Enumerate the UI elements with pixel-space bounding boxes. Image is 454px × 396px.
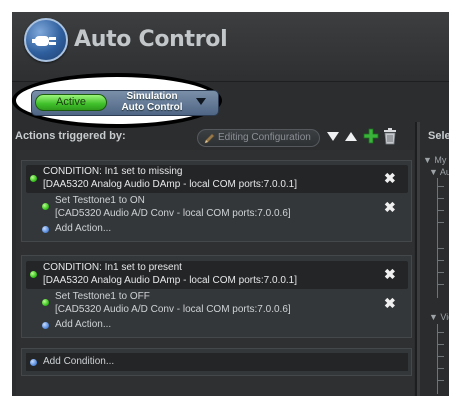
actions-label: Actions triggered by: — [15, 130, 126, 142]
tree-branch — [438, 368, 444, 369]
tree-item-video-label: Vid — [440, 312, 449, 322]
tree-item-audio-label: Au — [439, 167, 449, 177]
tree-branch — [438, 260, 444, 261]
status-dot-icon — [42, 299, 49, 306]
tree-branch — [438, 356, 444, 357]
tree-branch — [438, 284, 444, 285]
status-dot-icon — [42, 203, 49, 210]
tree-branch — [438, 344, 444, 345]
status-dot-icon — [30, 271, 37, 278]
action-text: Set Testtone1 to OFF — [55, 291, 150, 302]
action-device: [CAD5320 Audio A/D Conv - local COM port… — [55, 304, 291, 315]
tree-item-root[interactable]: ▼ My C — [423, 155, 449, 165]
move-down-icon[interactable] — [327, 132, 339, 142]
action-text: Set Testtone1 to ON — [55, 195, 145, 206]
tree-branch — [438, 272, 444, 273]
app-title: Auto Control — [74, 27, 228, 52]
active-badge[interactable]: Active — [35, 94, 107, 111]
close-icon[interactable]: ✖ — [384, 200, 396, 214]
tree-guide — [437, 178, 438, 298]
tree-item-audio[interactable]: ▼ Au — [429, 167, 449, 177]
app-window: Auto Control Active Simulation Auto Cont… — [12, 12, 449, 396]
mode-label-line2: Auto Control — [121, 102, 183, 113]
tree-branch — [438, 222, 444, 223]
move-up-icon[interactable] — [345, 131, 357, 141]
tree-branch — [438, 380, 444, 381]
close-icon[interactable]: ✖ — [384, 267, 396, 281]
condition-device: [DAA5320 Analog Audio DAmp - local COM p… — [43, 275, 298, 286]
bullet-icon — [42, 226, 49, 233]
mode-label-line1: Simulation — [126, 91, 178, 102]
select-panel-title: Select — [428, 130, 449, 142]
condition-text: CONDITION: In1 set to present — [43, 262, 182, 273]
tree-branch — [438, 186, 444, 187]
tree-branch — [438, 332, 444, 333]
chevron-down-icon[interactable] — [196, 98, 206, 105]
close-icon[interactable]: ✖ — [384, 296, 396, 310]
tree-item-root-label: My C — [434, 155, 449, 165]
tree-branch — [438, 198, 444, 199]
add-condition-link[interactable]: Add Condition... — [43, 356, 114, 368]
editing-configuration-button[interactable]: Editing Configuration — [197, 129, 320, 147]
condition-text: CONDITION: In1 set to missing — [43, 166, 183, 177]
select-panel — [420, 150, 449, 396]
mode-label[interactable]: Simulation Auto Control — [112, 91, 192, 113]
bullet-icon — [30, 359, 37, 366]
action-device: [CAD5320 Audio A/D Conv - local COM port… — [55, 208, 291, 219]
pencil-icon — [204, 133, 215, 144]
status-dot-icon — [30, 175, 37, 182]
plug-icon — [24, 18, 68, 62]
editing-configuration-label: Editing Configuration — [218, 132, 311, 143]
bullet-icon — [42, 322, 49, 329]
condition-device: [DAA5320 Analog Audio DAmp - local COM p… — [43, 179, 298, 190]
add-icon[interactable] — [363, 128, 379, 144]
add-action-link[interactable]: Add Action... — [55, 223, 111, 235]
tree-branch — [438, 210, 444, 211]
tree-item-video[interactable]: ▼ Vid — [429, 312, 449, 322]
tree-branch — [438, 248, 444, 249]
add-action-link[interactable]: Add Action... — [55, 319, 111, 331]
tree-guide — [437, 324, 438, 394]
close-icon[interactable]: ✖ — [384, 171, 396, 185]
trash-icon[interactable] — [383, 127, 397, 145]
